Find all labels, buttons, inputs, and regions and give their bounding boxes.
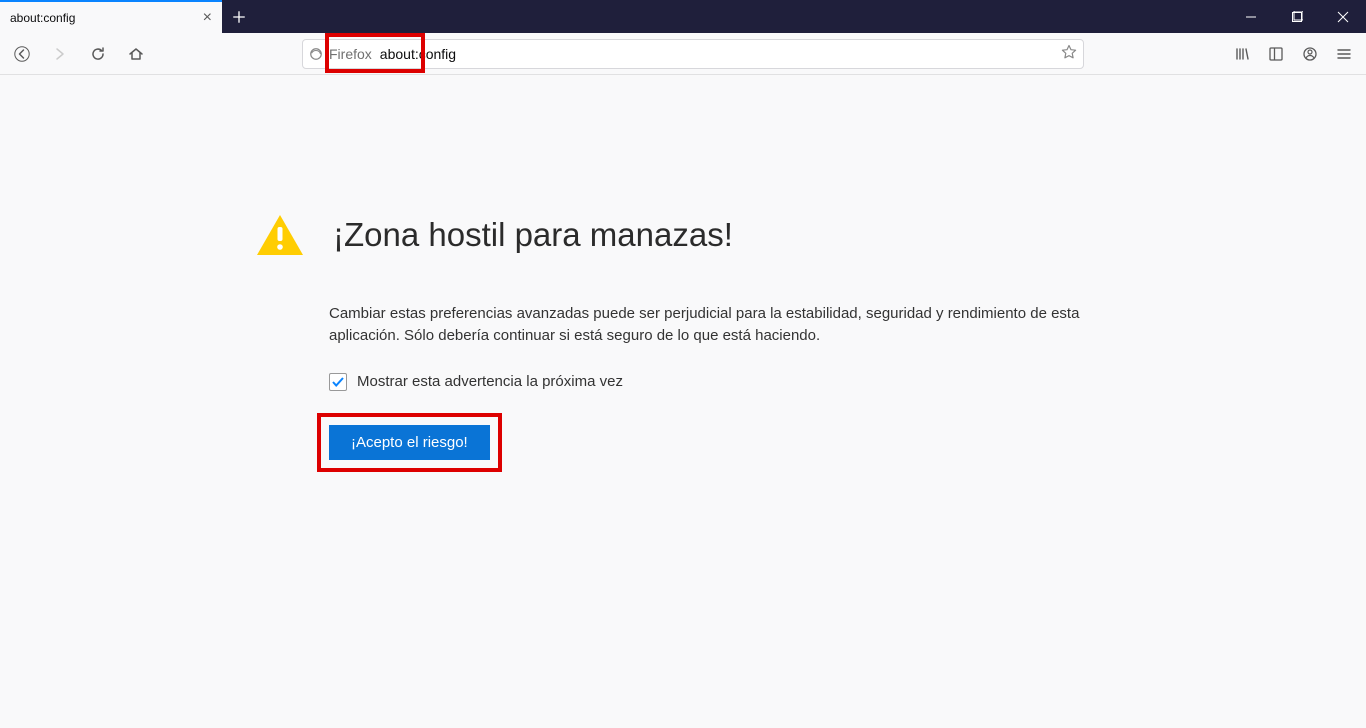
warning-title: ¡Zona hostil para manazas! [333,216,733,254]
reload-button[interactable] [82,38,114,70]
new-tab-button[interactable] [222,0,255,33]
browser-tab[interactable]: about:config × [0,0,222,33]
sidebar-button[interactable] [1260,38,1292,70]
back-button[interactable] [6,38,38,70]
bookmark-star-icon[interactable] [1061,44,1077,63]
close-window-button[interactable] [1320,0,1366,33]
identity-box[interactable]: Firefox [309,46,372,62]
maximize-button[interactable] [1274,0,1320,33]
home-button[interactable] [120,38,152,70]
close-tab-icon[interactable]: × [203,10,212,26]
warning-icon [255,213,305,257]
forward-button [44,38,76,70]
titlebar: about:config × [0,0,1366,33]
show-warning-checkbox[interactable] [329,373,347,391]
show-warning-checkbox-row: Mostrar esta advertencia la próxima vez [329,373,1115,391]
app-menu-button[interactable] [1328,38,1360,70]
content-area: ¡Zona hostil para manazas! Cambiar estas… [0,75,1366,728]
tab-strip: about:config × [0,0,255,33]
nav-toolbar: Firefox about:config [0,33,1366,75]
minimize-button[interactable] [1228,0,1274,33]
library-button[interactable] [1226,38,1258,70]
show-warning-checkbox-label: Mostrar esta advertencia la próxima vez [357,373,623,390]
url-text: about:config [380,46,1053,62]
identity-label: Firefox [329,46,372,62]
tab-title: about:config [10,11,195,25]
warning-card: ¡Zona hostil para manazas! Cambiar estas… [255,213,1115,460]
warning-description: Cambiar estas preferencias avanzadas pue… [329,303,1089,347]
accept-button-wrap: ¡Acepto el riesgo! [329,425,490,460]
window-controls [1228,0,1366,33]
accept-risk-button[interactable]: ¡Acepto el riesgo! [329,425,490,460]
url-bar[interactable]: Firefox about:config [302,39,1084,69]
account-button[interactable] [1294,38,1326,70]
firefox-icon [309,47,323,61]
toolbar-right-icons [1226,38,1360,70]
warning-header: ¡Zona hostil para manazas! [255,213,1115,257]
